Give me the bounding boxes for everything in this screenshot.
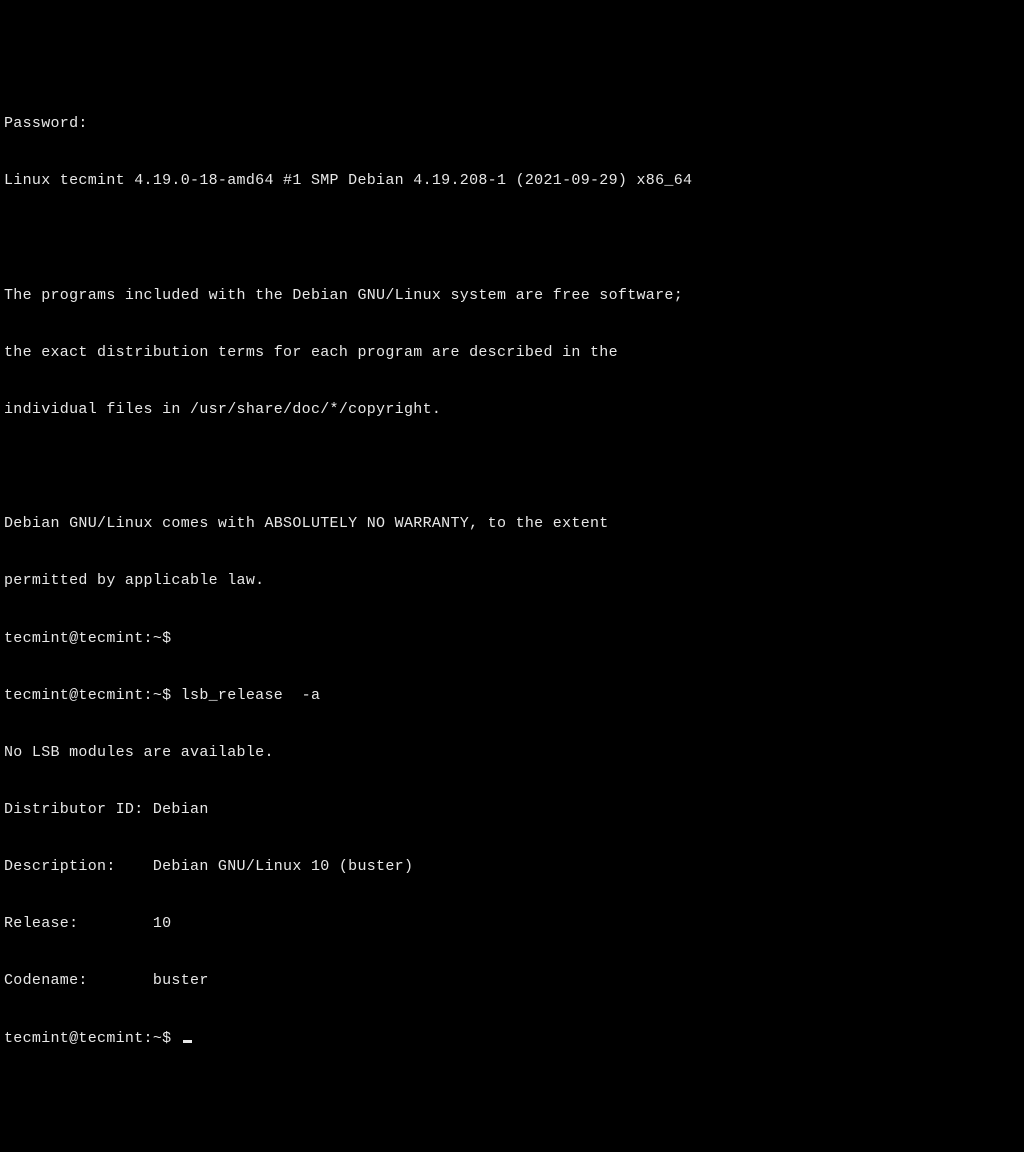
terminal-line: Debian GNU/Linux comes with ABSOLUTELY N…: [4, 514, 1020, 533]
terminal-line: Password:: [4, 114, 1020, 133]
terminal-prompt-line: tecmint@tecmint:~$: [4, 1029, 1020, 1048]
terminal-line: tecmint@tecmint:~$ lsb_release -a: [4, 686, 1020, 705]
terminal-line: the exact distribution terms for each pr…: [4, 343, 1020, 362]
terminal-line: [4, 457, 1020, 476]
terminal-line: Description: Debian GNU/Linux 10 (buster…: [4, 857, 1020, 876]
terminal-line: tecmint@tecmint:~$: [4, 629, 1020, 648]
terminal-line: Release: 10: [4, 914, 1020, 933]
text-cursor-icon: [183, 1040, 192, 1043]
terminal-line: Linux tecmint 4.19.0-18-amd64 #1 SMP Deb…: [4, 171, 1020, 190]
terminal-line: The programs included with the Debian GN…: [4, 286, 1020, 305]
terminal-line: individual files in /usr/share/doc/*/cop…: [4, 400, 1020, 419]
terminal-line: permitted by applicable law.: [4, 571, 1020, 590]
terminal-line: Distributor ID: Debian: [4, 800, 1020, 819]
terminal-line: No LSB modules are available.: [4, 743, 1020, 762]
shell-prompt: tecmint@tecmint:~$: [4, 1030, 181, 1047]
terminal-line: Codename: buster: [4, 971, 1020, 990]
terminal-line: [4, 229, 1020, 248]
terminal-window[interactable]: Password: Linux tecmint 4.19.0-18-amd64 …: [4, 76, 1020, 1066]
